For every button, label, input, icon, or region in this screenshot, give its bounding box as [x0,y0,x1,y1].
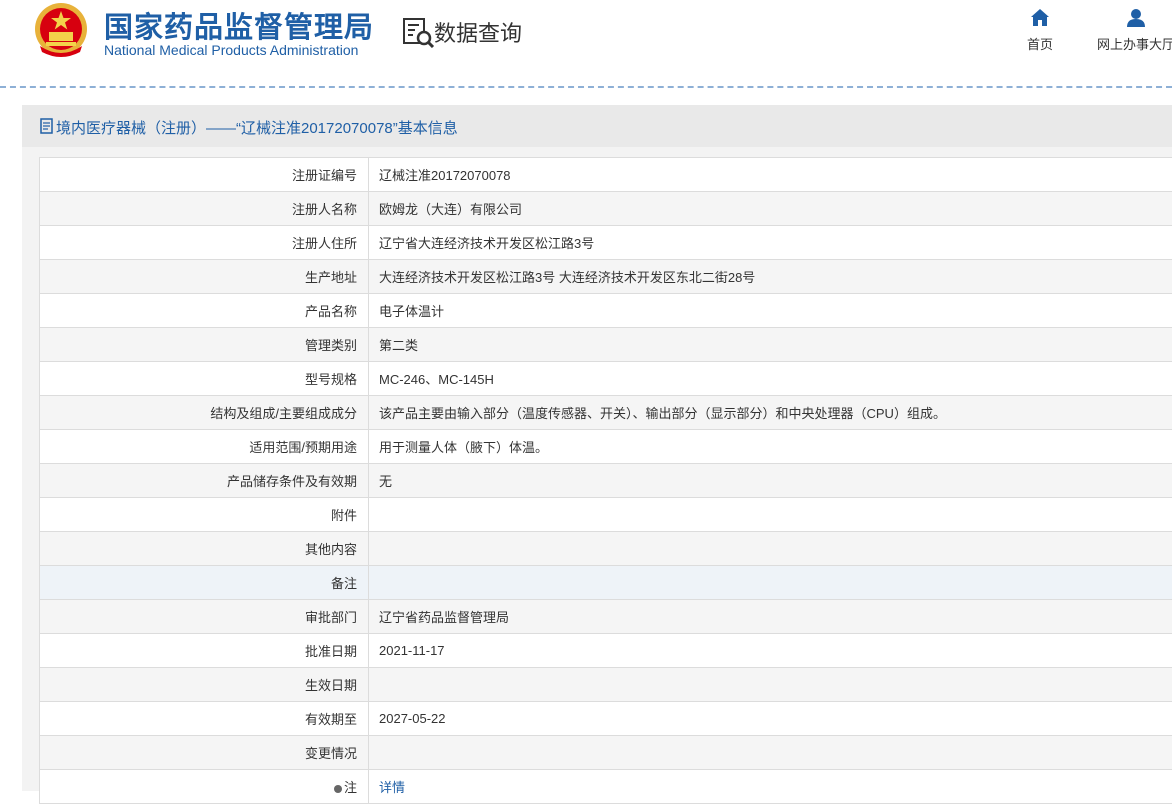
row-value: 欧姆龙（大连）有限公司 [369,192,1172,226]
row-label: 结构及组成/主要组成成分 [40,396,369,430]
row-value: 该产品主要由输入部分（温度传感器、开关）、输出部分（显示部分）和中央处理器（CP… [369,396,1172,430]
table-row: 结构及组成/主要组成成分 该产品主要由输入部分（温度传感器、开关）、输出部分（显… [40,396,1172,430]
table-row: 产品储存条件及有效期 无 [40,464,1172,498]
table-row: 注 详情 [40,770,1172,804]
row-label: 注册人住所 [40,226,369,260]
row-label: 注册人名称 [40,192,369,226]
data-query-icon [402,16,436,48]
table-row: 有效期至 2027-05-22 [40,702,1172,736]
site-logo-title: 国家药品监督管理局 [104,4,374,46]
table-row: 生产地址 大连经济技术开发区松江路3号 大连经济技术开发区东北二街28号 [40,260,1172,294]
row-label: 有效期至 [40,702,369,736]
row-label: 审批部门 [40,600,369,634]
row-value: 无 [369,464,1172,498]
row-value: 大连经济技术开发区松江路3号 大连经济技术开发区东北二街28号 [369,260,1172,294]
row-value: 辽宁省大连经济技术开发区松江路3号 [369,226,1172,260]
row-label-note: 注 [40,770,369,804]
details-link[interactable]: 详情 [379,780,405,795]
home-icon [1030,8,1050,28]
row-value: 辽械注准20172070078 [369,158,1172,192]
row-value [369,736,1172,770]
row-label: 备注 [40,566,369,600]
table-row: 变更情况 [40,736,1172,770]
table-row: 管理类别 第二类 [40,328,1172,362]
row-label: 型号规格 [40,362,369,396]
row-label: 变更情况 [40,736,369,770]
nav-home-link[interactable]: 首页 [1022,8,1058,53]
table-row: 批准日期 2021-11-17 [40,634,1172,668]
user-icon [1126,8,1146,28]
section-header: 境内医疗器械（注册）——“辽械注准20172070078”基本信息 [22,105,1172,147]
row-value: 2021-11-17 [369,634,1172,668]
table-row: 注册人住所 辽宁省大连经济技术开发区松江路3号 [40,226,1172,260]
row-value [369,498,1172,532]
bullet-icon [334,785,342,793]
nav-home-label: 首页 [1027,37,1053,52]
row-value: 用于测量人体（腋下）体温。 [369,430,1172,464]
row-label: 适用范围/预期用途 [40,430,369,464]
row-value: MC-246、MC-145H [369,362,1172,396]
row-label: 产品名称 [40,294,369,328]
table-row: 备注 [40,566,1172,600]
table-row: 产品名称 电子体温计 [40,294,1172,328]
table-row: 附件 [40,498,1172,532]
row-value: 辽宁省药品监督管理局 [369,600,1172,634]
document-icon [40,118,53,134]
row-label: 附件 [40,498,369,532]
row-value [369,566,1172,600]
row-value: 2027-05-22 [369,702,1172,736]
table-row: 注册人名称 欧姆龙（大连）有限公司 [40,192,1172,226]
table-row: 注册证编号 辽械注准20172070078 [40,158,1172,192]
row-label: 管理类别 [40,328,369,362]
page-title: 数据查询 [434,16,522,48]
row-label: 产品储存条件及有效期 [40,464,369,498]
nav-online-hall-label: 网上办事大厅 [1097,37,1172,52]
table-row: 适用范围/预期用途 用于测量人体（腋下）体温。 [40,430,1172,464]
row-label: 注册证编号 [40,158,369,192]
header-divider [0,86,1172,88]
row-label: 批准日期 [40,634,369,668]
note-label: 注 [344,780,357,795]
row-value: 电子体温计 [369,294,1172,328]
table-row: 审批部门 辽宁省药品监督管理局 [40,600,1172,634]
table-row: 其他内容 [40,532,1172,566]
table-row: 型号规格 MC-246、MC-145H [40,362,1172,396]
nav-online-hall-link[interactable]: 网上办事大厅 [1096,8,1172,53]
row-value: 第二类 [369,328,1172,362]
row-label: 生产地址 [40,260,369,294]
site-logo-subtitle: National Medical Products Administration [104,42,358,58]
row-value: 详情 [369,770,1172,804]
device-info-table: 注册证编号 辽械注准20172070078 注册人名称 欧姆龙（大连）有限公司 … [39,157,1172,804]
row-label: 生效日期 [40,668,369,702]
row-label: 其他内容 [40,532,369,566]
row-value [369,668,1172,702]
national-emblem-icon [34,2,88,58]
main-content: 境内医疗器械（注册）——“辽械注准20172070078”基本信息 注册证编号 … [22,105,1172,791]
row-value [369,532,1172,566]
section-title: 境内医疗器械（注册）——“辽械注准20172070078”基本信息 [56,117,458,138]
site-header: 国家药品监督管理局 National Medical Products Admi… [0,0,1172,88]
table-row: 生效日期 [40,668,1172,702]
